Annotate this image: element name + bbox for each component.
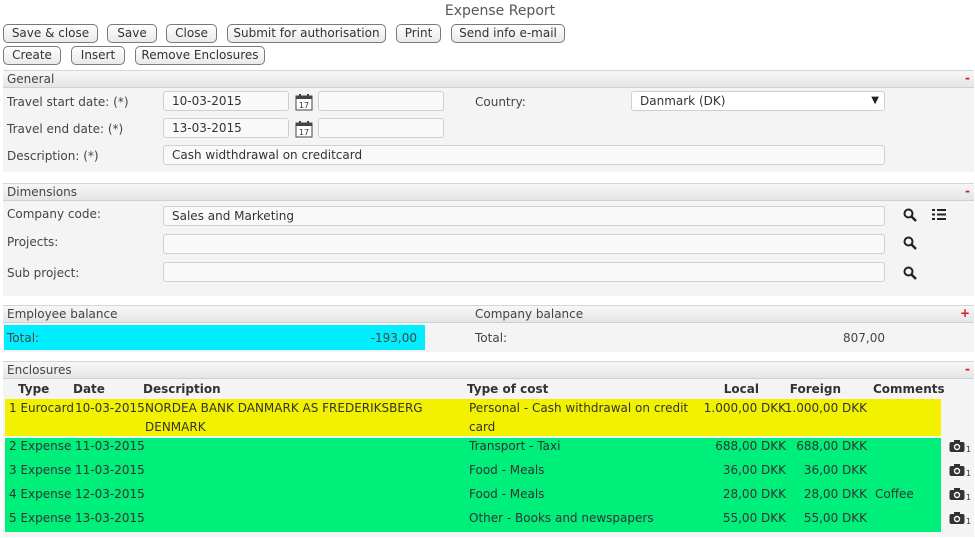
column-header-local[interactable]: Local bbox=[699, 382, 759, 396]
search-icon[interactable] bbox=[903, 236, 917, 250]
enclosures-collapse-toggle[interactable]: - bbox=[965, 362, 970, 376]
row-type: 2 Expense bbox=[9, 439, 72, 453]
row-date: 10-03-2015 bbox=[75, 401, 145, 415]
general-collapse-toggle[interactable]: - bbox=[965, 71, 970, 85]
company-total-value: 807,00 bbox=[843, 331, 885, 345]
row-date: 11-03-2015 bbox=[75, 463, 145, 477]
company-code-input[interactable]: Sales and Marketing bbox=[163, 206, 885, 226]
sub-project-label: Sub project: bbox=[7, 266, 80, 280]
row-type: 5 Expense bbox=[9, 511, 72, 525]
send-email-button[interactable]: Send info e-mail bbox=[451, 24, 565, 43]
close-button[interactable]: Close bbox=[166, 24, 217, 43]
company-total-label: Total: bbox=[475, 331, 508, 345]
create-button[interactable]: Create bbox=[3, 46, 61, 65]
balance-panel-header[interactable]: Employee balance Company balance + bbox=[3, 306, 974, 323]
attachment-count: 1 bbox=[966, 517, 972, 526]
enclosures-panel-title: Enclosures bbox=[7, 363, 72, 377]
row-foreign: 36,00 DKK bbox=[803, 463, 867, 477]
calendar-icon[interactable]: 17 bbox=[295, 93, 313, 111]
column-header-type-of-cost[interactable]: Type of cost bbox=[467, 382, 548, 396]
row-foreign: 55,00 DKK bbox=[803, 511, 867, 525]
row-foreign: 1.000,00 DKK bbox=[784, 401, 867, 415]
row-description-cont: DENMARK bbox=[145, 420, 206, 434]
column-header-foreign[interactable]: Foreign bbox=[781, 382, 841, 396]
dimensions-panel-title: Dimensions bbox=[7, 185, 78, 199]
column-header-description[interactable]: Description bbox=[143, 382, 221, 396]
chevron-down-icon: ▼ bbox=[871, 95, 879, 106]
row-date: 11-03-2015 bbox=[75, 439, 145, 453]
submit-authorisation-button[interactable]: Submit for authorisation bbox=[227, 24, 386, 43]
travel-start-label: Travel start date: (*) bbox=[7, 95, 129, 109]
row-date: 12-03-2015 bbox=[75, 487, 145, 501]
row-comments: Coffee bbox=[875, 487, 914, 501]
row-type: 1 Eurocard bbox=[9, 401, 74, 415]
employee-total-label: Total: bbox=[7, 331, 40, 345]
general-panel-title: General bbox=[7, 72, 55, 86]
travel-start-extra-input[interactable] bbox=[318, 91, 444, 111]
camera-icon[interactable] bbox=[949, 487, 965, 501]
page-title: Expense Report bbox=[444, 3, 556, 19]
row-description: NORDEA BANK DANMARK AS FREDERIKSBERG bbox=[145, 401, 423, 415]
description-input[interactable]: Cash widthdrawal on creditcard bbox=[163, 145, 885, 165]
search-icon[interactable] bbox=[903, 266, 917, 280]
employee-total-value: -193,00 bbox=[370, 331, 417, 345]
company-code-label: Company code: bbox=[7, 207, 101, 221]
row-type-of-cost: Food - Meals bbox=[469, 463, 545, 477]
attachment-count: 1 bbox=[966, 445, 972, 454]
dimensions-panel-header[interactable]: Dimensions - bbox=[3, 184, 974, 201]
country-label: Country: bbox=[475, 95, 526, 109]
column-header-date[interactable]: Date bbox=[73, 382, 105, 396]
column-header-comments[interactable]: Comments bbox=[873, 382, 945, 396]
employee-balance-title: Employee balance bbox=[7, 307, 118, 321]
general-panel-header[interactable]: General - bbox=[3, 71, 974, 88]
list-icon[interactable] bbox=[932, 208, 946, 221]
projects-label: Projects: bbox=[7, 235, 59, 249]
insert-button[interactable]: Insert bbox=[71, 46, 125, 65]
row-type-of-cost-cont: card bbox=[469, 420, 496, 434]
row-type: 4 Expense bbox=[9, 487, 72, 501]
projects-input[interactable] bbox=[163, 234, 885, 254]
balance-collapse-toggle[interactable]: + bbox=[960, 306, 970, 320]
attachment-count: 1 bbox=[966, 493, 972, 502]
camera-icon[interactable] bbox=[949, 511, 965, 525]
travel-end-extra-input[interactable] bbox=[318, 118, 444, 138]
calendar-icon[interactable]: 17 bbox=[295, 120, 313, 138]
svg-text:17: 17 bbox=[299, 101, 309, 110]
row-type: 3 Expense bbox=[9, 463, 72, 477]
country-select-value: Danmark (DK) bbox=[640, 94, 726, 108]
dimensions-collapse-toggle[interactable]: - bbox=[965, 184, 970, 198]
company-balance-title: Company balance bbox=[475, 307, 584, 321]
row-type-of-cost: Personal - Cash withdrawal on credit bbox=[469, 401, 689, 415]
row-type-of-cost: Other - Books and newspapers bbox=[469, 511, 654, 525]
travel-end-date-input[interactable]: 13-03-2015 bbox=[163, 118, 289, 138]
column-header-type[interactable]: Type bbox=[18, 382, 49, 396]
travel-end-label: Travel end date: (*) bbox=[7, 122, 124, 136]
svg-text:17: 17 bbox=[299, 128, 309, 137]
row-foreign: 688,00 DKK bbox=[796, 439, 867, 453]
country-select[interactable]: Danmark (DK) ▼ bbox=[631, 91, 885, 111]
row-type-of-cost: Transport - Taxi bbox=[469, 439, 561, 453]
row-date: 13-03-2015 bbox=[75, 511, 145, 525]
row-foreign: 28,00 DKK bbox=[803, 487, 867, 501]
save-button[interactable]: Save bbox=[107, 24, 157, 43]
camera-icon[interactable] bbox=[949, 439, 965, 453]
remove-enclosures-button[interactable]: Remove Enclosures bbox=[135, 46, 265, 65]
enclosures-panel-header[interactable]: Enclosures - bbox=[3, 362, 974, 379]
search-icon[interactable] bbox=[903, 208, 917, 222]
save-close-button[interactable]: Save & close bbox=[3, 24, 98, 43]
travel-start-date-input[interactable]: 10-03-2015 bbox=[163, 91, 289, 111]
row-type-of-cost: Food - Meals bbox=[469, 487, 545, 501]
sub-project-input[interactable] bbox=[163, 262, 885, 282]
print-button[interactable]: Print bbox=[396, 24, 441, 43]
attachment-count: 1 bbox=[966, 469, 972, 478]
description-label: Description: (*) bbox=[7, 149, 99, 163]
camera-icon[interactable] bbox=[949, 463, 965, 477]
